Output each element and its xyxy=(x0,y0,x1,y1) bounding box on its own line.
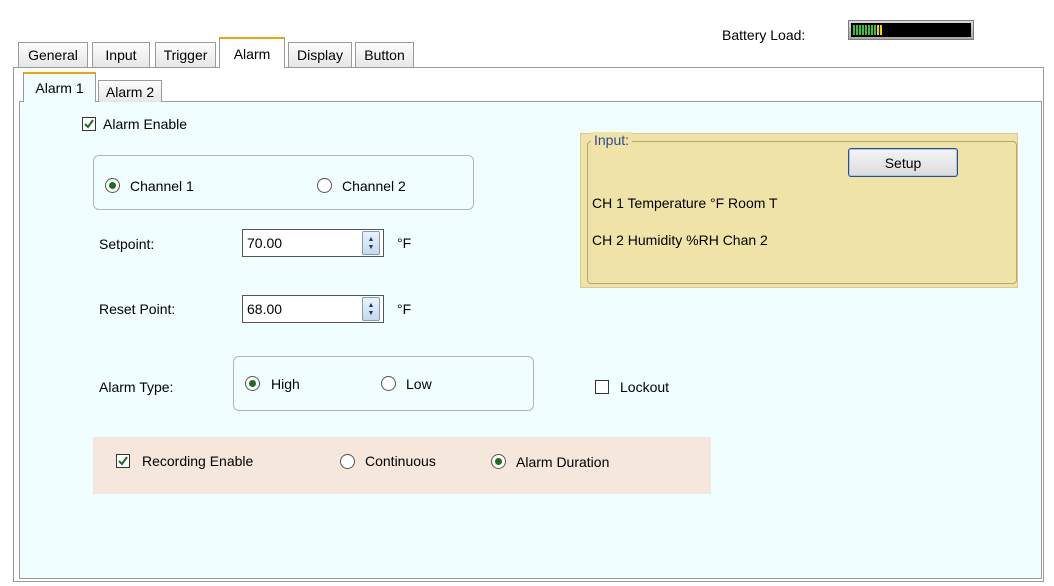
alarm-type-low-label: Low xyxy=(406,376,432,392)
battery-segment xyxy=(862,25,864,35)
reset-point-unit: °F xyxy=(397,301,412,317)
checkmark-icon xyxy=(118,456,128,466)
setpoint-value: 70.00 xyxy=(247,235,283,251)
channel-2-label: Channel 2 xyxy=(342,178,406,194)
battery-segment xyxy=(871,25,873,35)
battery-segment xyxy=(856,25,858,35)
setpoint-spinner[interactable]: ▲ ▼ xyxy=(362,231,380,255)
down-arrow-icon: ▼ xyxy=(367,309,375,317)
lockout-label: Lockout xyxy=(620,379,670,395)
continuous-label: Continuous xyxy=(365,453,436,469)
up-arrow-icon: ▲ xyxy=(367,235,375,243)
reset-point-input[interactable]: 68.00 ▲ ▼ xyxy=(242,295,384,323)
battery-load-label: Battery Load: xyxy=(722,27,806,43)
battery-segment xyxy=(865,25,867,35)
reset-point-value: 68.00 xyxy=(247,301,283,317)
alarm-duration-radio[interactable] xyxy=(491,454,506,469)
tab-button[interactable]: Button xyxy=(355,42,414,67)
battery-segment xyxy=(874,25,876,35)
setpoint-unit: °F xyxy=(397,235,412,251)
setpoint-input[interactable]: 70.00 ▲ ▼ xyxy=(242,229,384,257)
tab-display[interactable]: Display xyxy=(288,42,352,67)
alarm-enable-label: Alarm Enable xyxy=(103,116,188,132)
tab-general[interactable]: General xyxy=(18,42,88,67)
alarm-type-low-radio[interactable] xyxy=(381,376,396,391)
reset-point-spinner[interactable]: ▲ ▼ xyxy=(362,297,380,321)
down-arrow-icon: ▼ xyxy=(367,243,375,251)
subtab-alarm-1[interactable]: Alarm 1 xyxy=(23,72,96,102)
recording-enable-checkbox[interactable] xyxy=(116,454,130,468)
alarm-type-high-radio[interactable] xyxy=(245,376,260,391)
subtab-alarm-2[interactable]: Alarm 2 xyxy=(98,80,162,102)
input-channel-1-info: CH 1 Temperature °F Room T xyxy=(592,195,778,211)
alarm-type-high-label: High xyxy=(271,376,300,392)
input-channel-2-info: CH 2 Humidity %RH Chan 2 xyxy=(592,232,768,248)
battery-segment xyxy=(859,25,861,35)
lockout-checkbox[interactable] xyxy=(595,380,609,394)
setpoint-label: Setpoint: xyxy=(99,236,155,252)
up-arrow-icon: ▲ xyxy=(367,301,375,309)
alarm-type-label: Alarm Type: xyxy=(99,379,174,395)
input-title: Input: xyxy=(591,132,633,148)
reset-point-label: Reset Point: xyxy=(99,301,176,317)
channel-2-radio[interactable] xyxy=(317,178,332,193)
checkmark-icon xyxy=(84,119,94,129)
channel-1-radio[interactable] xyxy=(105,178,120,193)
setup-button[interactable]: Setup xyxy=(848,148,958,177)
battery-load-meter xyxy=(848,20,974,40)
tab-alarm[interactable]: Alarm xyxy=(219,37,285,68)
battery-level-fill xyxy=(853,25,882,35)
battery-segment xyxy=(880,25,882,35)
battery-segment xyxy=(868,25,870,35)
alarm-duration-label: Alarm Duration xyxy=(516,454,610,470)
recording-enable-label: Recording Enable xyxy=(142,453,254,469)
tab-input[interactable]: Input xyxy=(92,42,150,67)
battery-segment xyxy=(853,25,855,35)
channel-1-label: Channel 1 xyxy=(130,178,194,194)
continuous-radio[interactable] xyxy=(340,454,355,469)
alarm-enable-checkbox[interactable] xyxy=(82,117,96,131)
battery-segment xyxy=(877,25,879,35)
tab-trigger[interactable]: Trigger xyxy=(155,42,216,67)
